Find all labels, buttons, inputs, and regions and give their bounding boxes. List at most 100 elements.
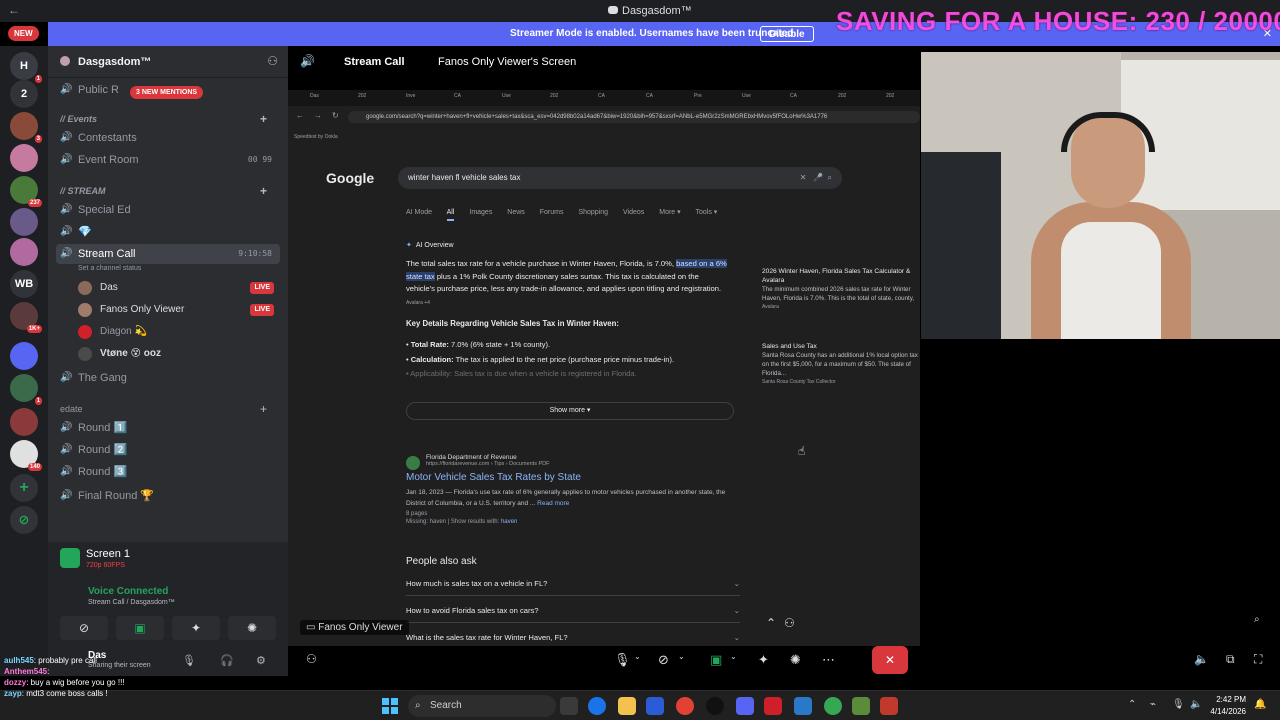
task-view-icon[interactable] [560,697,578,715]
browser-tab[interactable]: Inve [406,93,415,99]
channel-final-round[interactable]: 🔊 Final Round 🏆 [56,486,280,506]
result-site-name[interactable]: Florida Department of Revenue [406,454,746,461]
channel-the-gang[interactable]: 🔊 The Gang [56,368,280,388]
share-screen-icon[interactable]: ▣ [116,616,164,640]
tab-forums[interactable]: Forums [540,209,564,216]
server-icon[interactable]: 140 [10,440,42,471]
discover-icon[interactable]: ⊘ [10,506,38,534]
server-icon[interactable]: 1K+ [10,302,42,333]
voice-user[interactable]: Diagon 💫 [78,322,278,342]
browser-tab[interactable]: 202 [886,93,894,99]
chrome-icon[interactable] [676,697,694,715]
mentions-badge[interactable]: 3 NEW MENTIONS [130,86,204,99]
address-bar[interactable]: google.com/search?q=winter+haven+fl+vehi… [348,111,920,123]
chevron-up-icon[interactable]: ⌃ [766,616,776,630]
browser-tab[interactable]: CA [790,93,797,99]
paa-question[interactable]: How much is sales tax on a vehicle in FL… [406,574,740,596]
chevron-down-icon[interactable]: ⌄ [634,652,641,661]
read-more-link[interactable]: Read more [537,500,569,507]
system-clock[interactable]: 2:42 PM 4/14/2026 [1196,694,1246,718]
channel-stream-call[interactable]: 🔊 Stream Call 9:10:58 [56,244,280,264]
browser-tab[interactable]: CA [598,93,605,99]
ai-source-chip[interactable]: Avalara +4 [406,300,430,306]
browser-reload-icon[interactable]: ↻ [332,111,339,120]
show-more-button[interactable]: Show more ▾ [406,402,734,420]
volume-icon[interactable]: 🔈 [1194,652,1209,666]
server-icon[interactable] [10,144,38,172]
obs-icon[interactable] [706,697,724,715]
google-search-input[interactable]: winter haven fl vehicle sales tax ✕ 🎤 ⌕ [398,167,842,189]
network-icon[interactable]: ⌁ [1150,699,1156,710]
result-url[interactable]: https://floridarevenue.com › Tips › Docu… [406,461,746,467]
source-card-sales-use[interactable]: Sales and Use Tax Santa Rosa County has … [762,342,920,387]
tab-all[interactable]: All [446,209,455,221]
server-icon[interactable] [10,238,38,266]
add-user-icon[interactable]: ⚇ [306,652,317,666]
channel-gem[interactable]: 🔊 💎 [56,222,280,242]
more-options-icon[interactable]: ⋯ [822,652,835,668]
browser-tab[interactable]: Pre [694,93,702,99]
category-stream[interactable]: // STREAM + [60,184,267,198]
browser-tab[interactable]: Das [310,93,319,99]
zoom-icon[interactable]: ⌕ [1254,614,1260,625]
back-arrow-icon[interactable]: ← [8,3,20,17]
browser-tab[interactable]: 202 [550,93,558,99]
browser-forward-icon[interactable]: → [314,111,322,120]
app-icon[interactable] [852,697,870,715]
add-channel-icon[interactable]: + [260,184,267,198]
server-icon[interactable] [10,408,38,436]
category-edate[interactable]: edate + [60,402,267,416]
store-icon[interactable] [646,697,664,715]
add-server-icon[interactable]: + [10,474,38,502]
voice-user[interactable]: Fanos Only Viewer LIVE [78,300,278,320]
fullscreen-icon[interactable]: ⛶ [1254,652,1262,667]
add-channel-icon[interactable]: + [260,402,267,416]
browser-tab[interactable]: 202 [358,93,366,99]
google-logo[interactable]: Google [326,170,374,186]
tab-images[interactable]: Images [469,209,492,216]
tray-chevron-icon[interactable]: ⌃ [1128,699,1136,710]
result-title-link[interactable]: Motor Vehicle Sales Tax Rates by State [406,472,746,483]
browser-tab[interactable]: CA [454,93,461,99]
windows-start-icon[interactable] [382,698,398,714]
camera-off-icon[interactable]: ⊘ [60,616,108,640]
popout-icon[interactable]: ⧉ [1226,652,1235,667]
search-icons[interactable]: ✕ 🎤 ⌕ [800,167,832,189]
camera-off-icon[interactable]: ⊘ [658,652,669,668]
server-icon[interactable] [10,208,38,236]
bookmark-speedtest[interactable]: Speedtest by Ookla [294,134,338,140]
disable-button[interactable]: Disable [760,26,814,42]
server-icon[interactable]: 2 [10,80,38,108]
disconnect-button[interactable]: ✕ [872,646,908,674]
paa-question[interactable]: What is the sales tax rate for Winter Ha… [406,628,740,646]
channel-special-ed[interactable]: 🔊 Special Ed [56,200,280,220]
channel-round-2[interactable]: 🔊 Round 2️⃣ [56,440,280,460]
soundboard-icon[interactable]: ✺ [228,616,276,640]
microphone-tray-icon[interactable]: 🎙 [1172,699,1185,710]
channel-round-3[interactable]: 🔊 Round 3️⃣ [56,462,280,482]
voice-user[interactable]: Das LIVE [78,278,278,298]
missing-term-link[interactable]: haven [501,519,517,525]
browser-tab[interactable]: CA [646,93,653,99]
set-channel-status[interactable]: Set a channel status [78,265,141,272]
server-icon[interactable]: WB [10,270,38,298]
paa-question[interactable]: How to avoid Florida sales tax on cars? ⌄ [406,601,740,623]
tab-videos[interactable]: Videos [623,209,644,216]
tab-news[interactable]: News [507,209,525,216]
soundboard-icon[interactable]: ✺ [790,652,801,668]
browser-tab[interactable]: Use [742,93,751,99]
adobe-icon[interactable] [764,697,782,715]
invite-icon[interactable]: ⚇ [784,616,795,630]
channel-round-1[interactable]: 🔊 Round 1️⃣ [56,418,280,438]
server-icon[interactable]: 3 [10,112,42,143]
chrome-alt-icon[interactable] [824,697,842,715]
browser-back-icon[interactable]: ← [296,111,304,120]
tab-ai-mode[interactable]: AI Mode [406,209,432,216]
channel-event-room[interactable]: 🔊 Event Room 00 99 [56,150,280,170]
server-icon[interactable]: 1 [10,374,42,405]
notification-bell-icon[interactable]: 🔔 [1254,699,1266,710]
app-icon[interactable] [794,697,812,715]
screen-share-status[interactable]: Screen 1 720p 60FPS [60,548,130,569]
microphone-icon[interactable]: 🎙 [614,652,631,668]
server-icon[interactable]: 237 [10,176,42,207]
